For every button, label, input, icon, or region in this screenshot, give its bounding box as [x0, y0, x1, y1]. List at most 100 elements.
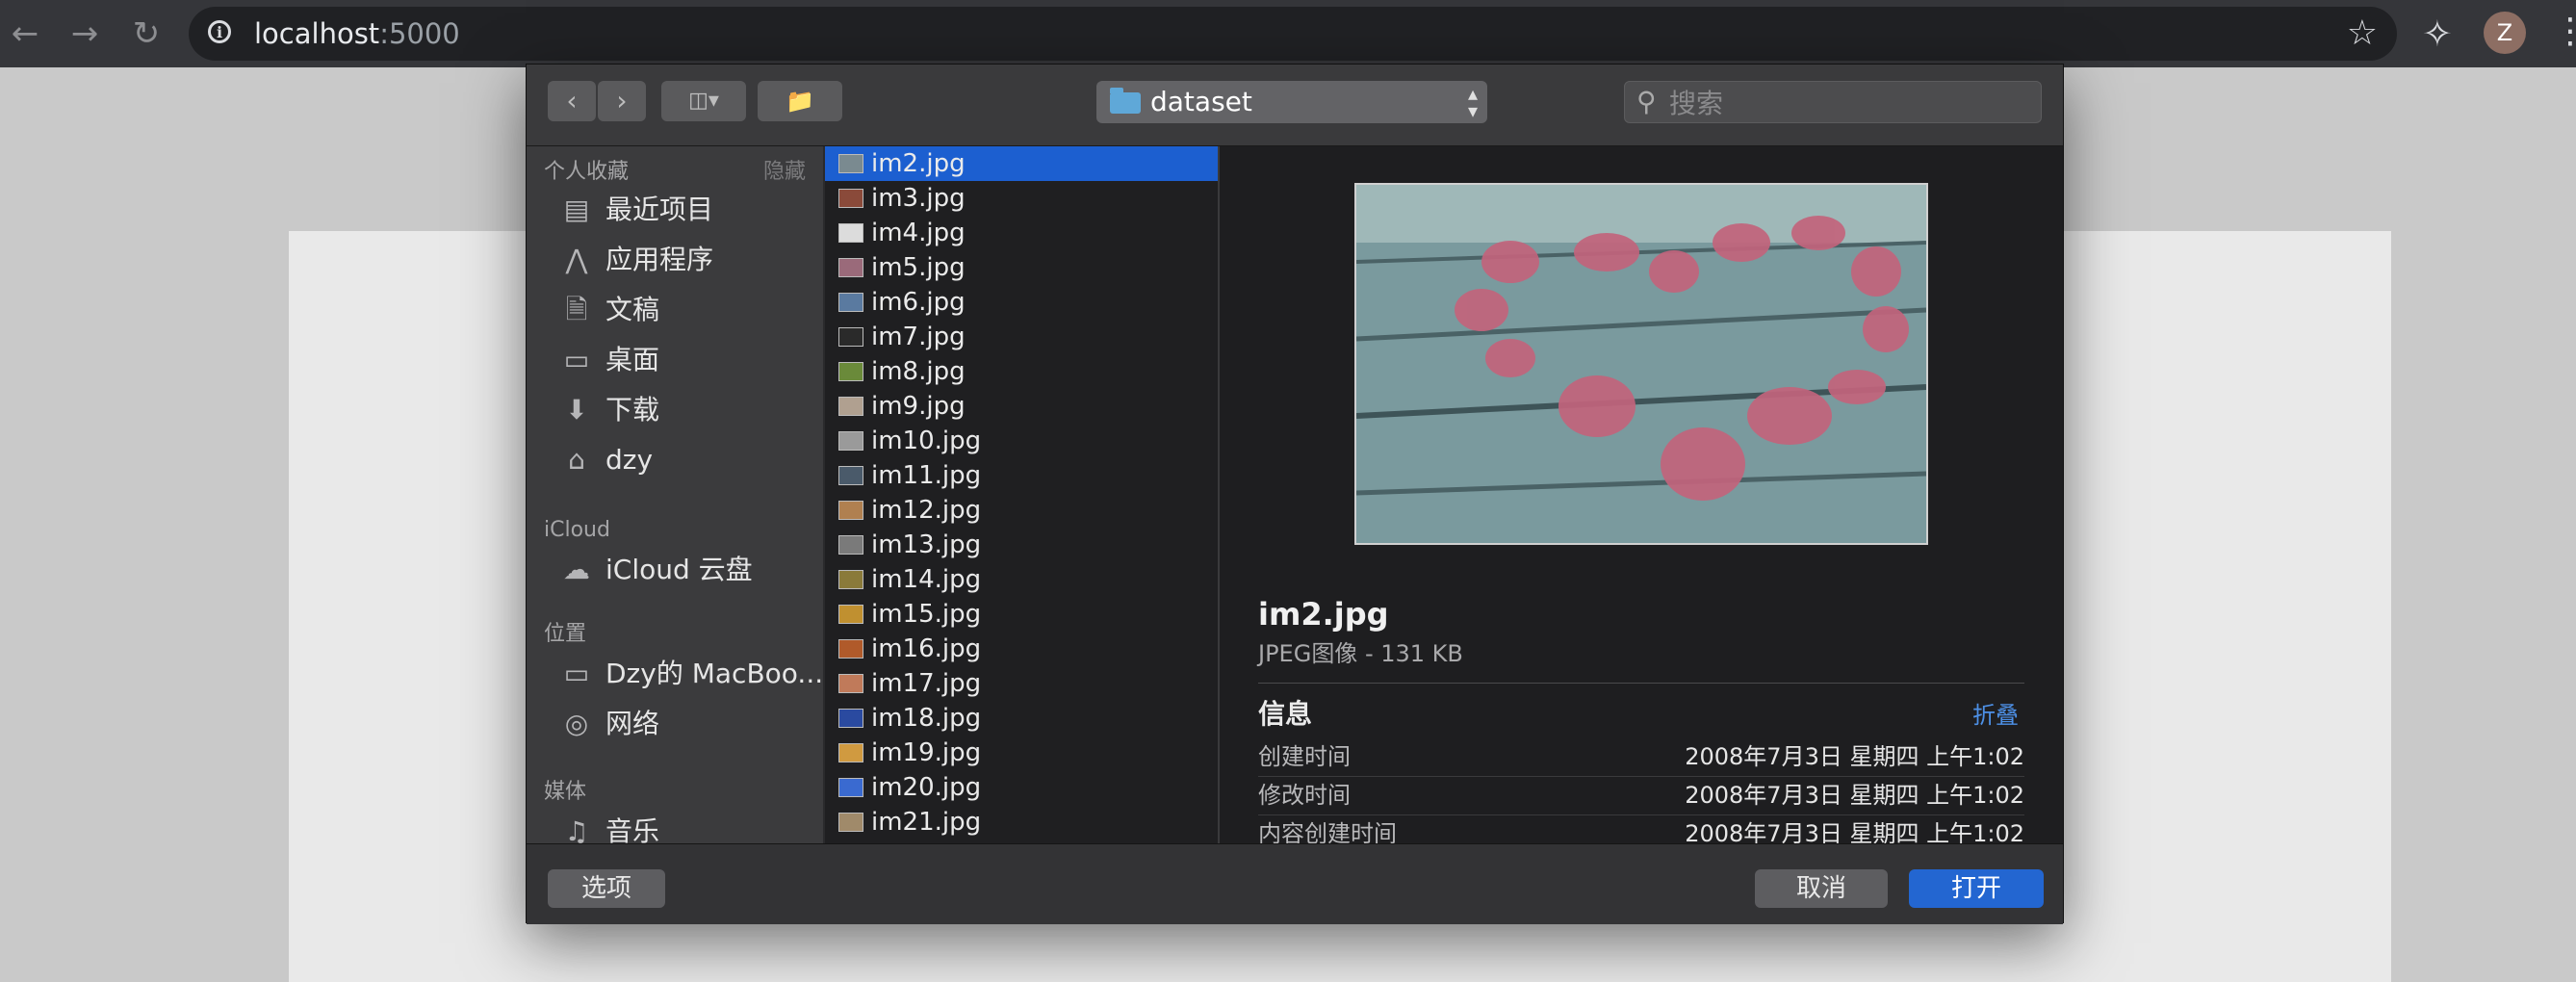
file-row[interactable]: im11.jpg	[825, 458, 1218, 493]
search-field[interactable]: ⚲	[1624, 81, 2042, 123]
forward-nav-button[interactable]: ›	[598, 81, 646, 121]
file-row[interactable]: im21.jpg	[825, 805, 1218, 840]
new-folder-button[interactable]: 📁	[758, 81, 842, 121]
reload-icon[interactable]: ↻	[125, 13, 167, 54]
sidebar-item-music[interactable]: ♫ 音乐	[561, 811, 821, 843]
file-name: im9.jpg	[871, 392, 966, 421]
image-thumbnail-icon	[838, 674, 863, 693]
file-row[interactable]: im20.jpg	[825, 770, 1218, 805]
desktop-icon: ▭	[563, 344, 590, 375]
open-button[interactable]: 打开	[1909, 869, 2044, 908]
file-row[interactable]: im2.jpg	[825, 146, 1218, 181]
sidebar-item-downloads[interactable]: ⬇ 下载	[561, 389, 821, 431]
hide-button[interactable]: 隐藏	[763, 160, 806, 185]
sidebar-item-applications[interactable]: ⋀ 应用程序	[561, 239, 821, 281]
file-name: im4.jpg	[871, 219, 966, 247]
file-row[interactable]: im8.jpg	[825, 354, 1218, 389]
image-thumbnail-icon	[838, 639, 863, 659]
sidebar-item-home[interactable]: ⌂ dzy	[561, 439, 821, 481]
image-thumbnail-icon	[838, 813, 863, 832]
file-name: im5.jpg	[871, 253, 966, 282]
file-name: im20.jpg	[871, 773, 982, 802]
file-name: im8.jpg	[871, 357, 966, 386]
url-text[interactable]: localhost:5000	[254, 16, 460, 51]
image-thumbnail-icon	[838, 501, 863, 520]
image-thumbnail-icon	[838, 778, 863, 797]
forward-arrow-icon[interactable]: →	[64, 13, 106, 54]
network-icon: ◎	[564, 708, 589, 739]
file-name: im14.jpg	[871, 565, 982, 594]
file-row[interactable]: im6.jpg	[825, 285, 1218, 320]
collapse-link[interactable]: 折叠	[1972, 701, 2019, 730]
divider	[1258, 683, 2024, 684]
file-row[interactable]: im16.jpg	[825, 632, 1218, 666]
extensions-puzzle-icon[interactable]: ✧	[2422, 12, 2453, 56]
sidebar-item-network[interactable]: ◎ 网络	[561, 703, 821, 745]
sidebar-item-desktop[interactable]: ▭ 桌面	[561, 339, 821, 381]
address-bar[interactable]: i localhost:5000 ☆	[189, 7, 2397, 61]
image-thumbnail-icon	[838, 189, 863, 208]
info-heading: 信息	[1258, 698, 1313, 730]
search-icon: ⚲	[1636, 86, 1657, 117]
image-thumbnail-icon	[838, 466, 863, 485]
sidebar-item-macbook[interactable]: ▭ Dzy的 MacBoo...	[561, 653, 823, 695]
location-dropdown[interactable]: dataset ▴ ▾	[1096, 81, 1487, 123]
file-row[interactable]: im19.jpg	[825, 736, 1218, 770]
image-thumbnail-icon	[838, 397, 863, 416]
image-thumbnail-icon	[838, 743, 863, 762]
image-thumbnail-icon	[838, 535, 863, 555]
file-name: im6.jpg	[871, 288, 966, 317]
site-info-icon[interactable]: i	[208, 20, 231, 43]
meta-row-created: 创建时间 2008年7月3日 星期四 上午1:02	[1258, 737, 2024, 777]
file-name: im15.jpg	[871, 600, 982, 629]
file-row[interactable]: im18.jpg	[825, 701, 1218, 736]
file-row[interactable]: im13.jpg	[825, 528, 1218, 562]
sidebar-item-recents[interactable]: ▤ 最近项目	[561, 189, 821, 231]
preview-image	[1354, 183, 1928, 545]
file-row[interactable]: im7.jpg	[825, 320, 1218, 354]
music-icon: ♫	[564, 815, 589, 844]
file-row[interactable]: im3.jpg	[825, 181, 1218, 216]
dialog-toolbar: ‹ › ◫▾ 📁 dataset ▴ ▾ ⚲	[527, 65, 2063, 146]
favorites-header: 个人收藏	[544, 160, 630, 184]
file-name: im18.jpg	[871, 704, 982, 733]
profile-avatar[interactable]: Z	[2484, 12, 2526, 54]
file-name: im21.jpg	[871, 808, 982, 837]
image-thumbnail-icon	[838, 293, 863, 312]
icloud-header: iCloud	[544, 518, 610, 542]
file-row[interactable]: im15.jpg	[825, 597, 1218, 632]
dialog-footer: 选项 取消 打开	[527, 843, 2063, 924]
file-row[interactable]: im12.jpg	[825, 493, 1218, 528]
meta-row-modified: 修改时间 2008年7月3日 星期四 上午1:02	[1258, 776, 2024, 815]
meta-row-content-created: 内容创建时间 2008年7月3日 星期四 上午1:02	[1258, 814, 2024, 843]
cancel-button[interactable]: 取消	[1755, 869, 1888, 908]
search-input[interactable]	[1667, 86, 2037, 120]
file-name: im2.jpg	[871, 149, 966, 178]
home-icon: ⌂	[568, 444, 585, 476]
file-row[interactable]: im4.jpg	[825, 216, 1218, 250]
documents-icon: 🗎	[565, 294, 588, 325]
preview-pane: im2.jpg JPEG图像 - 131 KB 信息 折叠 创建时间 2008年7…	[1220, 146, 2063, 843]
back-nav-button[interactable]: ‹	[548, 81, 596, 121]
file-row[interactable]: im5.jpg	[825, 250, 1218, 285]
file-name: im11.jpg	[871, 461, 982, 490]
downloads-icon: ⬇	[565, 394, 588, 426]
sidebar-item-icloud-drive[interactable]: ☁ iCloud 云盘	[561, 549, 821, 591]
bookmark-star-icon[interactable]: ☆	[2347, 14, 2378, 53]
file-row[interactable]: im9.jpg	[825, 389, 1218, 424]
media-header: 媒体	[544, 780, 587, 804]
file-name: im13.jpg	[871, 530, 982, 559]
file-row[interactable]: im17.jpg	[825, 666, 1218, 701]
file-row[interactable]: im10.jpg	[825, 424, 1218, 458]
file-row[interactable]: im14.jpg	[825, 562, 1218, 597]
sidebar-item-documents[interactable]: 🗎 文稿	[561, 289, 821, 331]
view-mode-button[interactable]: ◫▾	[661, 81, 746, 121]
image-thumbnail-icon	[838, 223, 863, 243]
file-name: im10.jpg	[871, 426, 982, 455]
menu-kebab-icon[interactable]: ⋮	[2553, 10, 2576, 54]
back-arrow-icon[interactable]: ←	[4, 13, 46, 54]
file-list: im2.jpg im3.jpg im4.jpg im5.jpg im6.jpg im7.j…	[825, 146, 1220, 843]
options-button[interactable]: 选项	[548, 869, 665, 908]
updown-chevron-icon: ▴ ▾	[1467, 82, 1478, 122]
browser-toolbar: ← → ↻ i localhost:5000 ☆ ✧ Z ⋮	[0, 0, 2576, 67]
